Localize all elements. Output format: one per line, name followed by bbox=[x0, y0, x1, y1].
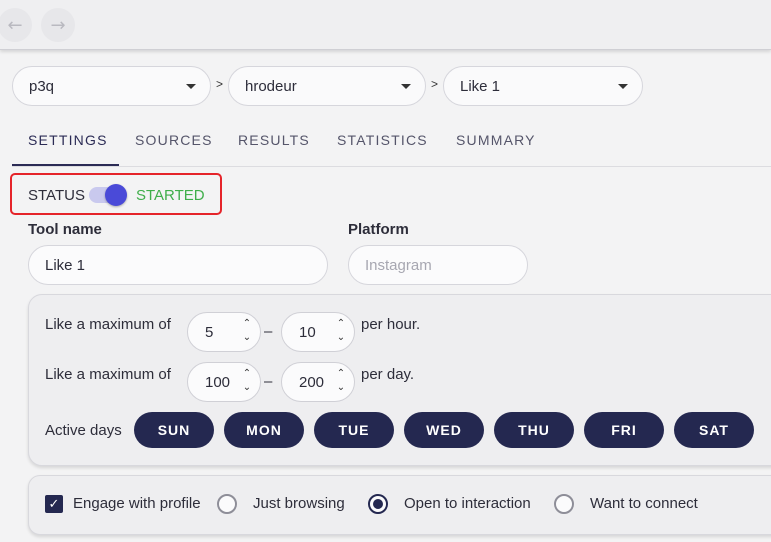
stepper-up-icon[interactable]: ⌃ bbox=[242, 367, 252, 381]
want-to-connect-label: Want to connect bbox=[590, 495, 698, 512]
daily-unit: per day. bbox=[361, 366, 415, 383]
tool-name-label: Tool name bbox=[28, 221, 102, 238]
forward-arrow-icon[interactable]: → bbox=[41, 8, 75, 42]
stepper-arrows-icon[interactable]: ⌃ ⌄ bbox=[336, 367, 346, 397]
tab-results[interactable]: RESULTS bbox=[238, 132, 310, 148]
daily-min-value: 100 bbox=[205, 373, 231, 391]
day-thu-button[interactable]: THU bbox=[494, 412, 574, 448]
range-dash: – bbox=[264, 323, 273, 340]
hourly-min-stepper[interactable]: 5 ⌃ ⌄ bbox=[187, 312, 261, 352]
breadcrumb-separator: > bbox=[431, 77, 439, 91]
dropdown-arrow-icon bbox=[186, 84, 196, 89]
stepper-up-icon[interactable]: ⌃ bbox=[336, 317, 346, 331]
tool-select[interactable]: Like 1 bbox=[443, 66, 643, 106]
hourly-max-stepper[interactable]: 10 ⌃ ⌄ bbox=[281, 312, 355, 352]
tab-summary[interactable]: SUMMARY bbox=[456, 132, 536, 148]
tool-select-value: Like 1 bbox=[460, 77, 501, 95]
stepper-up-icon[interactable]: ⌃ bbox=[242, 317, 252, 331]
day-wed-button[interactable]: WED bbox=[404, 412, 484, 448]
stepper-down-icon[interactable]: ⌄ bbox=[242, 331, 252, 345]
tab-bar: SETTINGS SOURCES RESULTS STATISTICS SUMM… bbox=[12, 120, 771, 167]
breadcrumb-separator: > bbox=[216, 77, 224, 91]
stepper-arrows-icon[interactable]: ⌃ ⌄ bbox=[242, 367, 252, 397]
stepper-up-icon[interactable]: ⌃ bbox=[336, 367, 346, 381]
status-label: STATUS bbox=[28, 187, 85, 204]
browser-toolbar: ← → bbox=[0, 0, 771, 50]
tab-settings[interactable]: SETTINGS bbox=[28, 132, 108, 148]
dropdown-arrow-icon bbox=[618, 84, 628, 89]
just-browsing-label: Just browsing bbox=[253, 495, 345, 512]
profile-select[interactable]: hrodeur bbox=[228, 66, 426, 106]
status-toggle-knob[interactable] bbox=[105, 184, 127, 206]
daily-max-value: 200 bbox=[299, 373, 325, 391]
tab-sources[interactable]: SOURCES bbox=[135, 132, 213, 148]
platform-label: Platform bbox=[348, 221, 409, 238]
back-arrow-icon[interactable]: ← bbox=[0, 8, 32, 42]
stepper-down-icon[interactable]: ⌄ bbox=[336, 381, 346, 395]
stepper-down-icon[interactable]: ⌄ bbox=[336, 331, 346, 345]
tool-name-input[interactable]: Like 1 bbox=[28, 245, 328, 285]
active-days-label: Active days bbox=[45, 422, 122, 439]
platform-input[interactable]: Instagram bbox=[348, 245, 528, 285]
daily-limit-label: Like a maximum of bbox=[45, 366, 171, 383]
active-tab-indicator bbox=[12, 164, 119, 166]
status-value: STARTED bbox=[136, 187, 205, 204]
daily-max-stepper[interactable]: 200 ⌃ ⌄ bbox=[281, 362, 355, 402]
hourly-unit: per hour. bbox=[361, 316, 421, 333]
hourly-limit-label: Like a maximum of bbox=[45, 316, 171, 333]
stepper-arrows-icon[interactable]: ⌃ ⌄ bbox=[242, 317, 252, 347]
dropdown-arrow-icon bbox=[401, 84, 411, 89]
profile-select-value: hrodeur bbox=[245, 77, 297, 95]
engage-with-profile-label: Engage with profile bbox=[73, 495, 201, 512]
stepper-down-icon[interactable]: ⌄ bbox=[242, 381, 252, 395]
daily-min-stepper[interactable]: 100 ⌃ ⌄ bbox=[187, 362, 261, 402]
day-sun-button[interactable]: SUN bbox=[134, 412, 214, 448]
hourly-min-value: 5 bbox=[205, 323, 214, 341]
stepper-arrows-icon[interactable]: ⌃ ⌄ bbox=[336, 317, 346, 347]
tab-statistics[interactable]: STATISTICS bbox=[337, 132, 428, 148]
account-select[interactable]: p3q bbox=[12, 66, 211, 106]
range-dash: – bbox=[264, 373, 273, 390]
account-select-value: p3q bbox=[29, 77, 55, 95]
day-sat-button[interactable]: SAT bbox=[674, 412, 754, 448]
day-mon-button[interactable]: MON bbox=[224, 412, 304, 448]
radio-open-to-interaction[interactable] bbox=[368, 494, 388, 514]
radio-just-browsing[interactable] bbox=[217, 494, 237, 514]
open-to-interaction-label: Open to interaction bbox=[404, 495, 531, 512]
day-fri-button[interactable]: FRI bbox=[584, 412, 664, 448]
day-tue-button[interactable]: TUE bbox=[314, 412, 394, 448]
engage-with-profile-checkbox[interactable]: ✓ bbox=[45, 495, 63, 513]
hourly-max-value: 10 bbox=[299, 323, 316, 341]
radio-want-to-connect[interactable] bbox=[554, 494, 574, 514]
